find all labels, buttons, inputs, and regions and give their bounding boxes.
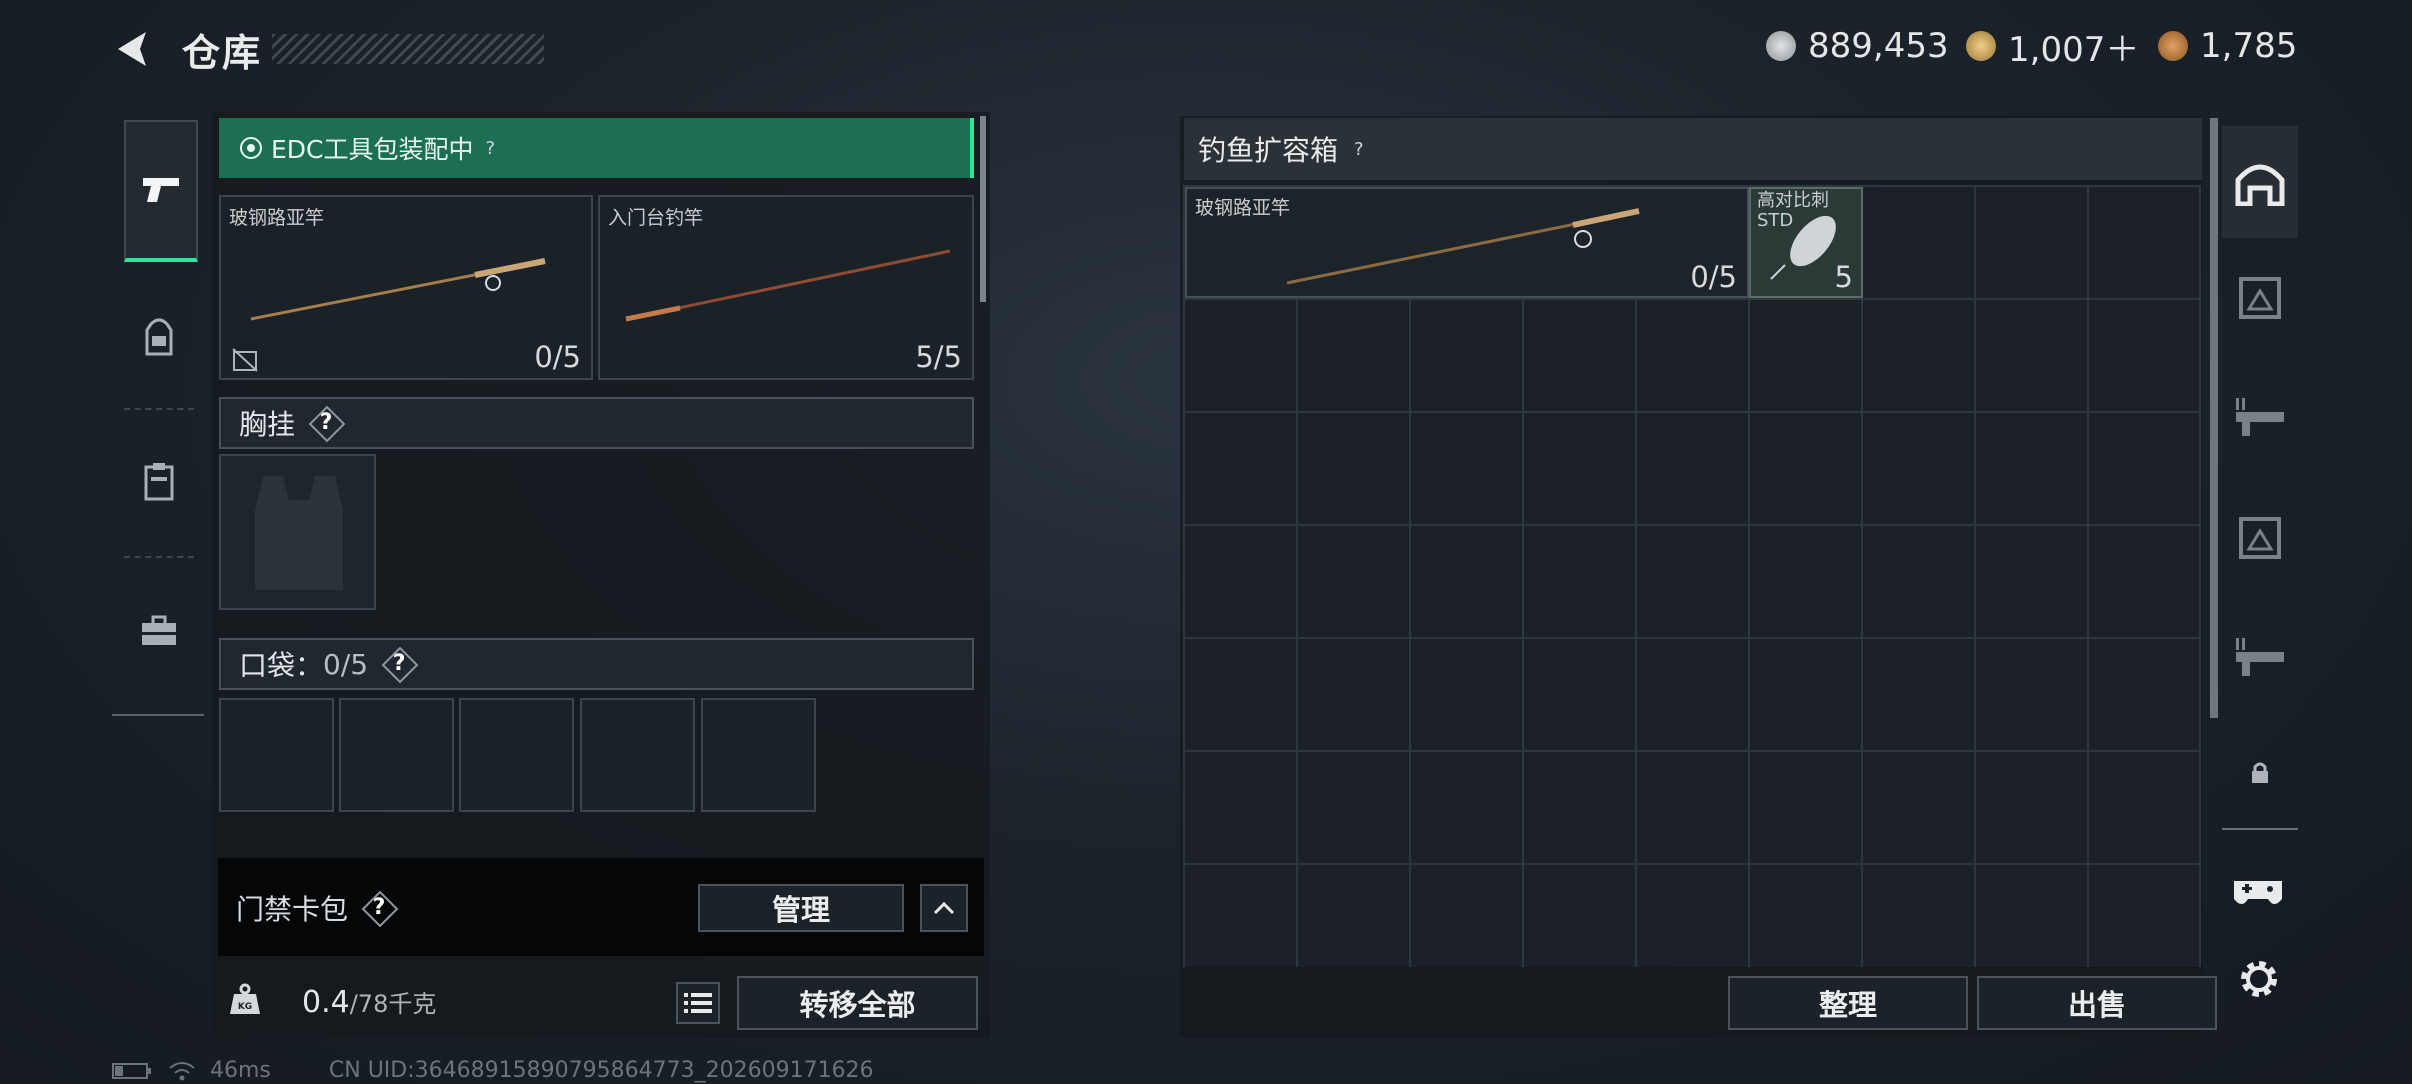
sell-button[interactable]: 出售 [1977,976,2217,1030]
tab-weapon-rack-1[interactable] [2222,362,2298,472]
list-icon [684,993,712,1013]
weight-readout: 0.4 /78千克 [302,984,436,1020]
weight-max: /78千克 [349,990,437,1018]
storage-scrollbar[interactable] [2210,118,2218,718]
chest-rig-title: 胸挂 [239,408,296,441]
item-name: 玻钢路亚竿 [1195,197,1291,219]
sort-button[interactable]: 整理 [1728,976,1968,1030]
toolbox-icon [142,615,176,645]
edc-banner[interactable]: EDC工具包装配中 ? [219,118,974,178]
pocket-slot-4[interactable] [580,698,695,812]
tab-equipment[interactable] [124,446,194,516]
weight-icon-box: KG [218,964,272,1034]
keycard-bar: 门禁卡包 ? 管理 [218,858,984,956]
rod-slot-1[interactable]: 玻钢路亚竿 0/5 [219,195,593,380]
tab-tools[interactable] [124,596,194,666]
gamepad-icon [2234,881,2282,904]
storage-header: 钓鱼扩容箱 ? [1184,118,2202,180]
help-icon[interactable]: ? [382,647,416,681]
uid-text: CN UID:36468915890795864773_202609171626 [328,1058,874,1083]
bronze-currency: 1,785 [2158,24,2297,68]
home-icon [2235,164,2285,206]
unequip-icon [232,348,258,372]
list-view-button[interactable] [676,982,720,1024]
silver-coin-icon [1766,31,1796,61]
pocket-slot-5[interactable] [701,698,816,812]
page-title: 仓库 [182,31,263,75]
storage-title: 钓鱼扩容箱 [1198,134,1339,167]
container-icon [2239,517,2281,559]
gamepad-button[interactable] [2226,872,2290,916]
pockets-count: 0/5 [323,647,369,681]
tab-weapons[interactable] [124,120,198,262]
tab-weapon-rack-2[interactable] [2222,602,2298,712]
chevron-left-icon [118,32,146,66]
chest-rig-header: 胸挂 ? [219,397,974,449]
transfer-all-button[interactable]: 转移全部 [737,976,978,1030]
spinning-rod-icon [250,258,546,321]
chest-rig-slot[interactable] [219,454,376,610]
storage-tabs [2222,118,2298,830]
wifi-icon [169,1061,195,1080]
weapon-rack-icon [2236,398,2284,436]
rod-name: 玻钢路亚竿 [229,207,325,229]
pockets-title: 口袋： [239,649,324,682]
item-count: 5 [1834,260,1853,294]
container-icon [2239,277,2281,319]
title-decoration [272,34,544,64]
chevron-up-icon [933,901,955,915]
backpack-icon [145,318,173,356]
rod-slot-2[interactable]: 入门台钓竿 5/5 [598,195,974,380]
weapon-rack-icon [2236,638,2284,676]
pockets-header: 口袋： 0/5 ? [219,638,974,690]
storage-item-rod[interactable]: 玻钢路亚竿 0/5 [1185,187,1749,298]
rod-name: 入门台钓竿 [608,207,704,229]
help-icon[interactable]: ? [1354,139,1364,160]
help-icon[interactable]: ? [309,406,343,440]
pocket-slot-3[interactable] [459,698,574,812]
back-button[interactable] [112,28,154,70]
gold-coin-icon [1966,31,1996,61]
storage-grid[interactable] [1183,185,2201,967]
pocket-slot-1[interactable] [219,698,334,812]
lock-icon [2252,762,2268,783]
keycard-label: 门禁卡包 ? [236,888,396,928]
settings-button[interactable] [2236,956,2282,1002]
pistol-icon [143,178,179,202]
clipboard-icon [144,463,174,501]
storage-item-lure[interactable]: 高对比刺 STD 5 [1749,187,1863,298]
ping-text: 46ms [210,1058,271,1083]
weight-current: 0.4 [302,985,350,1020]
tab-container-1[interactable] [2222,242,2298,352]
bronze-coin-icon [2158,31,2188,61]
svg-text:KG: KG [238,1002,252,1012]
spinning-rod-icon [1286,208,1640,285]
silver-currency: 889,453 [1766,24,1949,68]
loadout-scrollbar[interactable] [980,116,986,302]
tab-storage-home[interactable] [2222,126,2298,238]
gold-currency: 1,007＋ [1966,24,2139,70]
battery-icon [112,1062,151,1079]
edc-banner-label: EDC工具包装配中 [271,135,474,164]
manage-button[interactable]: 管理 [698,884,904,932]
edc-status-icon [240,137,262,159]
vest-icon [255,476,343,590]
pocket-slot-2[interactable] [339,698,454,812]
tab-container-2[interactable] [2222,482,2298,592]
tab-locked[interactable] [2222,718,2298,828]
tab-backpack[interactable] [124,302,194,372]
pole-rod-icon [625,249,951,322]
kg-weight-icon: KG [230,983,260,1014]
category-tabs [112,108,204,716]
status-bar: 46ms CN UID:36468915890795864773_2026091… [112,1058,874,1083]
durability-count: 0/5 [1690,260,1737,294]
durability-count: 5/5 [915,340,962,374]
gear-icon [2241,961,2277,997]
collapse-button[interactable] [920,884,968,932]
durability-count: 0/5 [534,340,581,374]
help-icon[interactable]: ? [362,891,396,925]
help-icon[interactable]: ? [486,138,496,159]
